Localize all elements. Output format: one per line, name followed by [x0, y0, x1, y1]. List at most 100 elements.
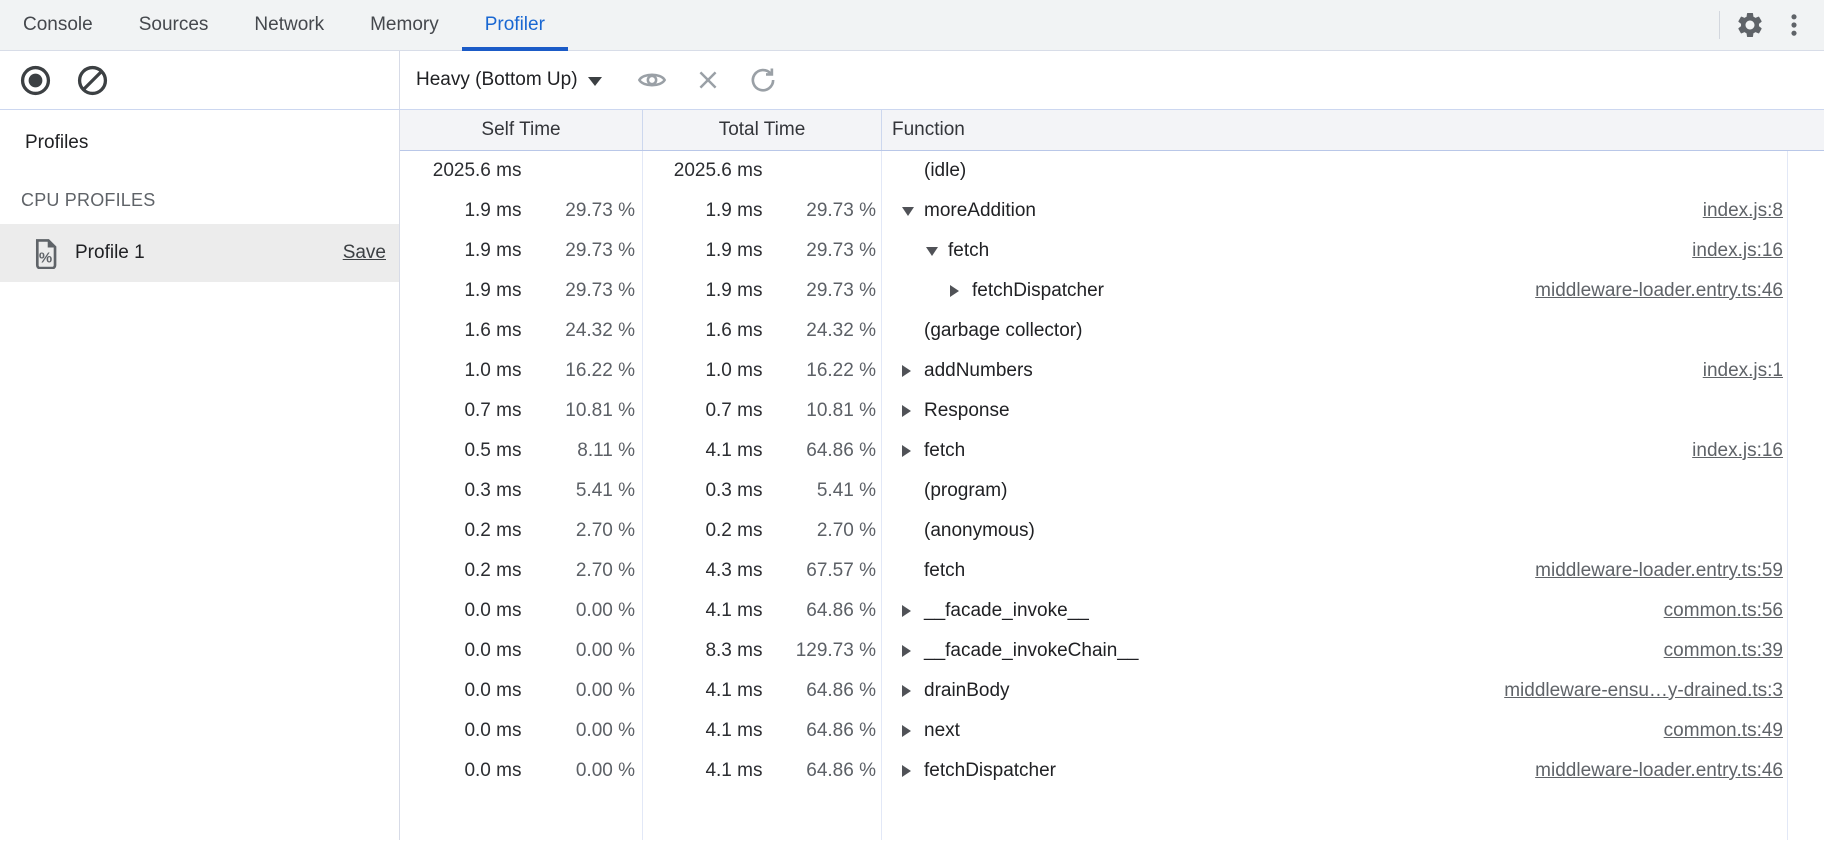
source-location-link[interactable]: index.js:1 [1703, 360, 1783, 382]
function-name: moreAddition [924, 200, 1036, 222]
expand-arrow-icon[interactable] [902, 645, 911, 657]
function-name: (idle) [924, 160, 966, 182]
source-location-link[interactable]: middleware-loader.entry.ts:59 [1535, 560, 1783, 582]
total-time-cell: 0.3 ms5.41 % [643, 471, 882, 511]
self-time-cell: 0.0 ms0.00 % [400, 711, 643, 751]
delete-profile-button[interactable] [694, 66, 722, 94]
table-row[interactable]: 2025.6 ms2025.6 ms(idle) [400, 151, 1824, 191]
devtools-tab-bar: ConsoleSourcesNetworkMemoryProfiler [0, 0, 1824, 51]
table-row[interactable]: 1.9 ms29.73 %1.9 ms29.73 % fetch index.js:… [400, 231, 1824, 271]
function-name: fetch [948, 240, 989, 262]
column-header-total-time[interactable]: Total Time [643, 110, 882, 150]
record-button[interactable] [19, 64, 52, 97]
record-icon [19, 64, 52, 97]
total-time-cell: 0.2 ms2.70 % [643, 511, 882, 551]
tabbar-right-controls [1719, 0, 1824, 50]
function-cell: (idle) [882, 151, 1788, 191]
expand-arrow-icon[interactable] [902, 605, 911, 617]
tab-network[interactable]: Network [231, 0, 347, 50]
sidebar-item-profile-1[interactable]: % Profile 1 Save [0, 224, 399, 282]
function-name: (program) [924, 480, 1007, 502]
profile-name: Profile 1 [75, 242, 145, 264]
source-location-link[interactable]: middleware-loader.entry.ts:46 [1535, 760, 1783, 782]
expand-arrow-icon[interactable] [902, 405, 911, 417]
view-mode-dropdown[interactable]: Heavy (Bottom Up) [416, 69, 602, 91]
reload-button[interactable] [748, 65, 778, 95]
close-icon [694, 66, 722, 94]
table-row[interactable]: 0.0 ms0.00 %8.3 ms129.73 %__facade_invok… [400, 631, 1824, 671]
function-name: next [924, 720, 960, 742]
expand-arrow-icon[interactable] [902, 765, 911, 777]
table-row[interactable]: 0.0 ms0.00 %4.1 ms64.86 %fetchDispatcher… [400, 751, 1824, 791]
tab-sources[interactable]: Sources [116, 0, 232, 50]
total-time-cell: 4.1 ms64.86 % [643, 751, 882, 791]
self-time-cell: 0.0 ms0.00 % [400, 631, 643, 671]
source-location-link[interactable]: index.js:8 [1703, 200, 1783, 222]
self-time-cell: 1.9 ms29.73 % [400, 231, 643, 271]
self-time-cell: 0.2 ms2.70 % [400, 511, 643, 551]
total-time-cell: 4.1 ms64.86 % [643, 711, 882, 751]
total-time-cell: 1.9 ms29.73 % [643, 271, 882, 311]
chevron-down-icon [588, 77, 602, 86]
expand-arrow-icon[interactable] [902, 445, 911, 457]
tab-memory[interactable]: Memory [347, 0, 462, 50]
expand-arrow-icon[interactable] [902, 365, 911, 377]
expand-arrow-icon[interactable] [902, 685, 911, 697]
profiler-content: Profiles CPU PROFILES % Profile 1 Save S… [0, 110, 1824, 840]
function-cell: fetch index.js:16 [882, 231, 1788, 271]
source-location-link[interactable]: index.js:16 [1692, 440, 1783, 462]
total-time-cell: 1.9 ms29.73 % [643, 231, 882, 271]
self-time-cell: 0.5 ms8.11 % [400, 431, 643, 471]
collapse-arrow-icon[interactable] [902, 207, 914, 216]
collapse-arrow-icon[interactable] [926, 247, 938, 256]
self-time-cell: 0.0 ms0.00 % [400, 671, 643, 711]
table-row[interactable]: 0.2 ms2.70 %0.2 ms2.70 %(anonymous) [400, 511, 1824, 551]
table-row[interactable]: 1.0 ms16.22 %1.0 ms16.22 %addNumbersinde… [400, 351, 1824, 391]
expand-arrow-icon[interactable] [950, 285, 959, 297]
function-cell: addNumbersindex.js:1 [882, 351, 1788, 391]
table-row[interactable]: 0.3 ms5.41 %0.3 ms5.41 % (program) [400, 471, 1824, 511]
table-row[interactable]: 0.5 ms8.11 %4.1 ms64.86 % fetch index.js:1… [400, 431, 1824, 471]
function-cell: next common.ts:49 [882, 711, 1788, 751]
source-location-link[interactable]: middleware-ensu…y-drained.ts:3 [1504, 680, 1783, 702]
table-row[interactable]: 1.9 ms29.73 %1.9 ms29.73 %fetchDispatche… [400, 271, 1824, 311]
column-header-self-time[interactable]: Self Time [400, 110, 643, 150]
source-location-link[interactable]: common.ts:56 [1664, 600, 1783, 622]
expand-arrow-icon[interactable] [902, 725, 911, 737]
self-time-cell: 1.9 ms29.73 % [400, 271, 643, 311]
more-options-button[interactable] [1780, 11, 1808, 39]
table-row[interactable]: 0.2 ms2.70 %4.3 ms67.57 %fetchmiddleware… [400, 551, 1824, 591]
tab-profiler[interactable]: Profiler [462, 0, 568, 50]
kebab-menu-icon [1780, 11, 1808, 39]
total-time-cell: 4.1 ms64.86 % [643, 431, 882, 471]
column-header-function[interactable]: Function [882, 110, 1824, 150]
settings-button[interactable] [1735, 10, 1765, 40]
table-row[interactable]: 0.0 ms0.00 %4.1 ms64.86 % next common.ts:4… [400, 711, 1824, 751]
source-location-link[interactable]: index.js:16 [1692, 240, 1783, 262]
svg-text:%: % [39, 249, 52, 266]
source-location-link[interactable]: common.ts:49 [1664, 720, 1783, 742]
clear-profiles-button[interactable] [76, 64, 109, 97]
function-cell: fetchDispatchermiddleware-loader.entry.t… [882, 271, 1788, 311]
self-time-cell: 1.9 ms29.73 % [400, 191, 643, 231]
table-row[interactable]: 0.7 ms10.81 %0.7 ms10.81 %Response [400, 391, 1824, 431]
source-location-link[interactable]: middleware-loader.entry.ts:46 [1535, 280, 1783, 302]
refresh-icon [748, 65, 778, 95]
table-row[interactable]: 0.0 ms0.00 %4.1 ms64.86 %__facade_invoke… [400, 591, 1824, 631]
focus-selected-button[interactable] [636, 64, 668, 96]
source-location-link[interactable]: common.ts:39 [1664, 640, 1783, 662]
function-name: Response [924, 400, 1010, 422]
grid-header-row: Self Time Total Time Function [400, 110, 1824, 151]
table-row[interactable]: 1.6 ms24.32 %1.6 ms24.32 %(garbage colle… [400, 311, 1824, 351]
view-mode-label: Heavy (Bottom Up) [416, 69, 578, 91]
tab-console[interactable]: Console [0, 0, 116, 50]
tabbar-divider [1719, 11, 1720, 39]
total-time-cell: 4.1 ms64.86 % [643, 591, 882, 631]
table-row[interactable]: 0.0 ms0.00 %4.1 ms64.86 %drainBodymiddle… [400, 671, 1824, 711]
grid-filler [400, 791, 1824, 840]
function-name: fetch [924, 440, 965, 462]
self-time-cell: 0.3 ms5.41 % [400, 471, 643, 511]
table-row[interactable]: 1.9 ms29.73 %1.9 ms29.73 %moreAdditionin… [400, 191, 1824, 231]
save-profile-link[interactable]: Save [343, 242, 386, 264]
function-cell: __facade_invoke__common.ts:56 [882, 591, 1788, 631]
